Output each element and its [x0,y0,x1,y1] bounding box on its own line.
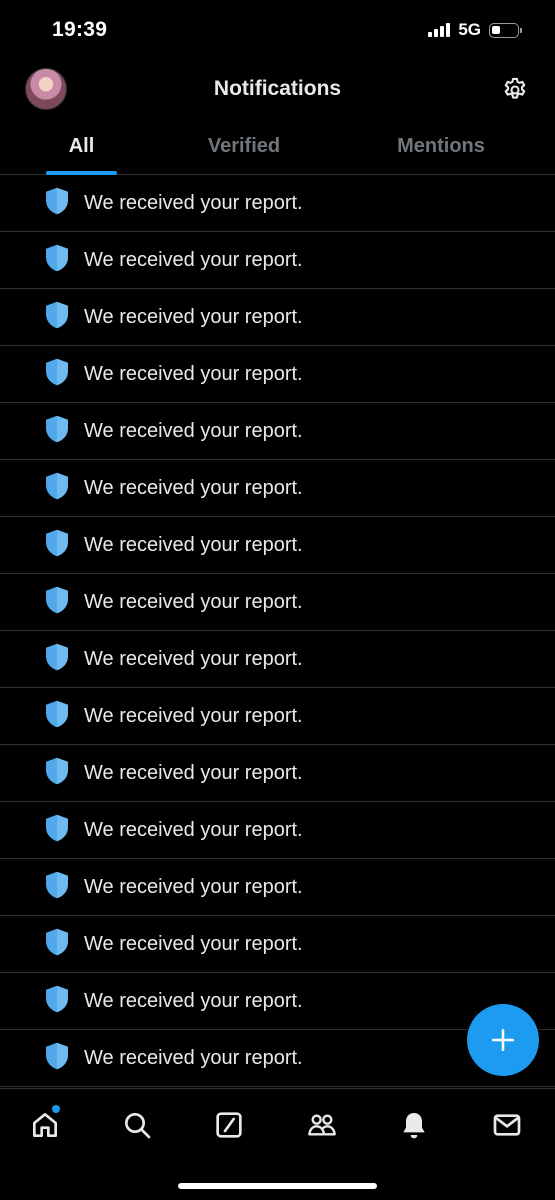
notification-text: We received your report. [84,705,303,727]
home-icon[interactable] [29,1109,61,1141]
notification-text: We received your report. [84,591,303,613]
notification-item[interactable]: We received your report. [0,802,555,859]
shield-icon [46,358,68,386]
notification-item[interactable]: We received your report. [0,859,555,916]
page-title: Notifications [213,77,342,100]
notification-item[interactable]: We received your report. [0,745,555,802]
grok-icon[interactable] [213,1109,245,1141]
notification-text: We received your report. [84,1047,303,1069]
notification-text: We received your report. [84,762,303,784]
notification-text: We received your report. [84,420,303,442]
notification-item[interactable]: We received your report. [0,631,555,688]
network-type: 5G [458,20,481,39]
mail-icon[interactable] [491,1109,523,1141]
status-bar: 19:39 5G [0,0,555,62]
notification-text: We received your report. [84,477,303,499]
notification-item[interactable]: We received your report. [0,460,555,517]
communities-icon[interactable] [306,1109,338,1141]
shield-icon [46,757,68,785]
notification-item[interactable]: We received your report. [0,232,555,289]
gear-icon[interactable] [501,76,529,104]
tab-mentions[interactable]: Mentions [386,135,496,158]
header: Notifications [0,62,555,118]
notification-text: We received your report. [84,933,303,955]
shield-icon [46,586,68,614]
notification-item[interactable]: We received your report. [0,289,555,346]
shield-icon [46,871,68,899]
notifications-screen: 19:39 5G Notifications All Verified Ment… [0,0,555,1200]
tab-verified[interactable]: Verified [194,135,294,158]
notification-text: We received your report. [84,306,303,328]
compose-button[interactable] [467,1004,539,1076]
shield-icon [46,928,68,956]
battery-icon [489,22,522,38]
status-indicators: 5G [428,20,522,40]
notification-item[interactable]: We received your report. [0,403,555,460]
notification-item[interactable]: We received your report. [0,916,555,973]
notification-text: We received your report. [84,363,303,385]
notification-text: We received your report. [84,990,303,1012]
shield-icon [46,529,68,557]
notification-tabs: All Verified Mentions [0,118,555,175]
shield-icon [46,1042,68,1070]
shield-icon [46,985,68,1013]
notification-text: We received your report. [84,876,303,898]
shield-icon [46,643,68,671]
status-time: 19:39 [52,18,108,41]
notification-item[interactable]: We received your report. [0,574,555,631]
bell-icon[interactable] [398,1109,430,1141]
notification-text: We received your report. [84,534,303,556]
battery-level [492,25,500,34]
shield-icon [46,187,68,215]
shield-icon [46,472,68,500]
notification-item[interactable]: We received your report. [0,346,555,403]
shield-icon [46,700,68,728]
notification-text: We received your report. [84,648,303,670]
shield-icon [46,415,68,443]
search-icon[interactable] [121,1109,153,1141]
home-indicator [178,1183,377,1189]
notification-item[interactable]: We received your report. [0,175,555,232]
notification-list: We received your report. We received your… [0,175,555,1087]
notification-item[interactable]: We received your report. [0,517,555,574]
cellular-signal-icon [428,23,451,37]
notification-item[interactable]: We received your report. [0,688,555,745]
shield-icon [46,244,68,272]
notification-text: We received your report. [84,192,303,214]
plus-icon [491,1028,515,1052]
home-badge [52,1105,60,1113]
shield-icon [46,814,68,842]
tab-all[interactable]: All [46,135,117,158]
notification-text: We received your report. [84,249,303,271]
notification-text: We received your report. [84,819,303,841]
shield-icon [46,301,68,329]
